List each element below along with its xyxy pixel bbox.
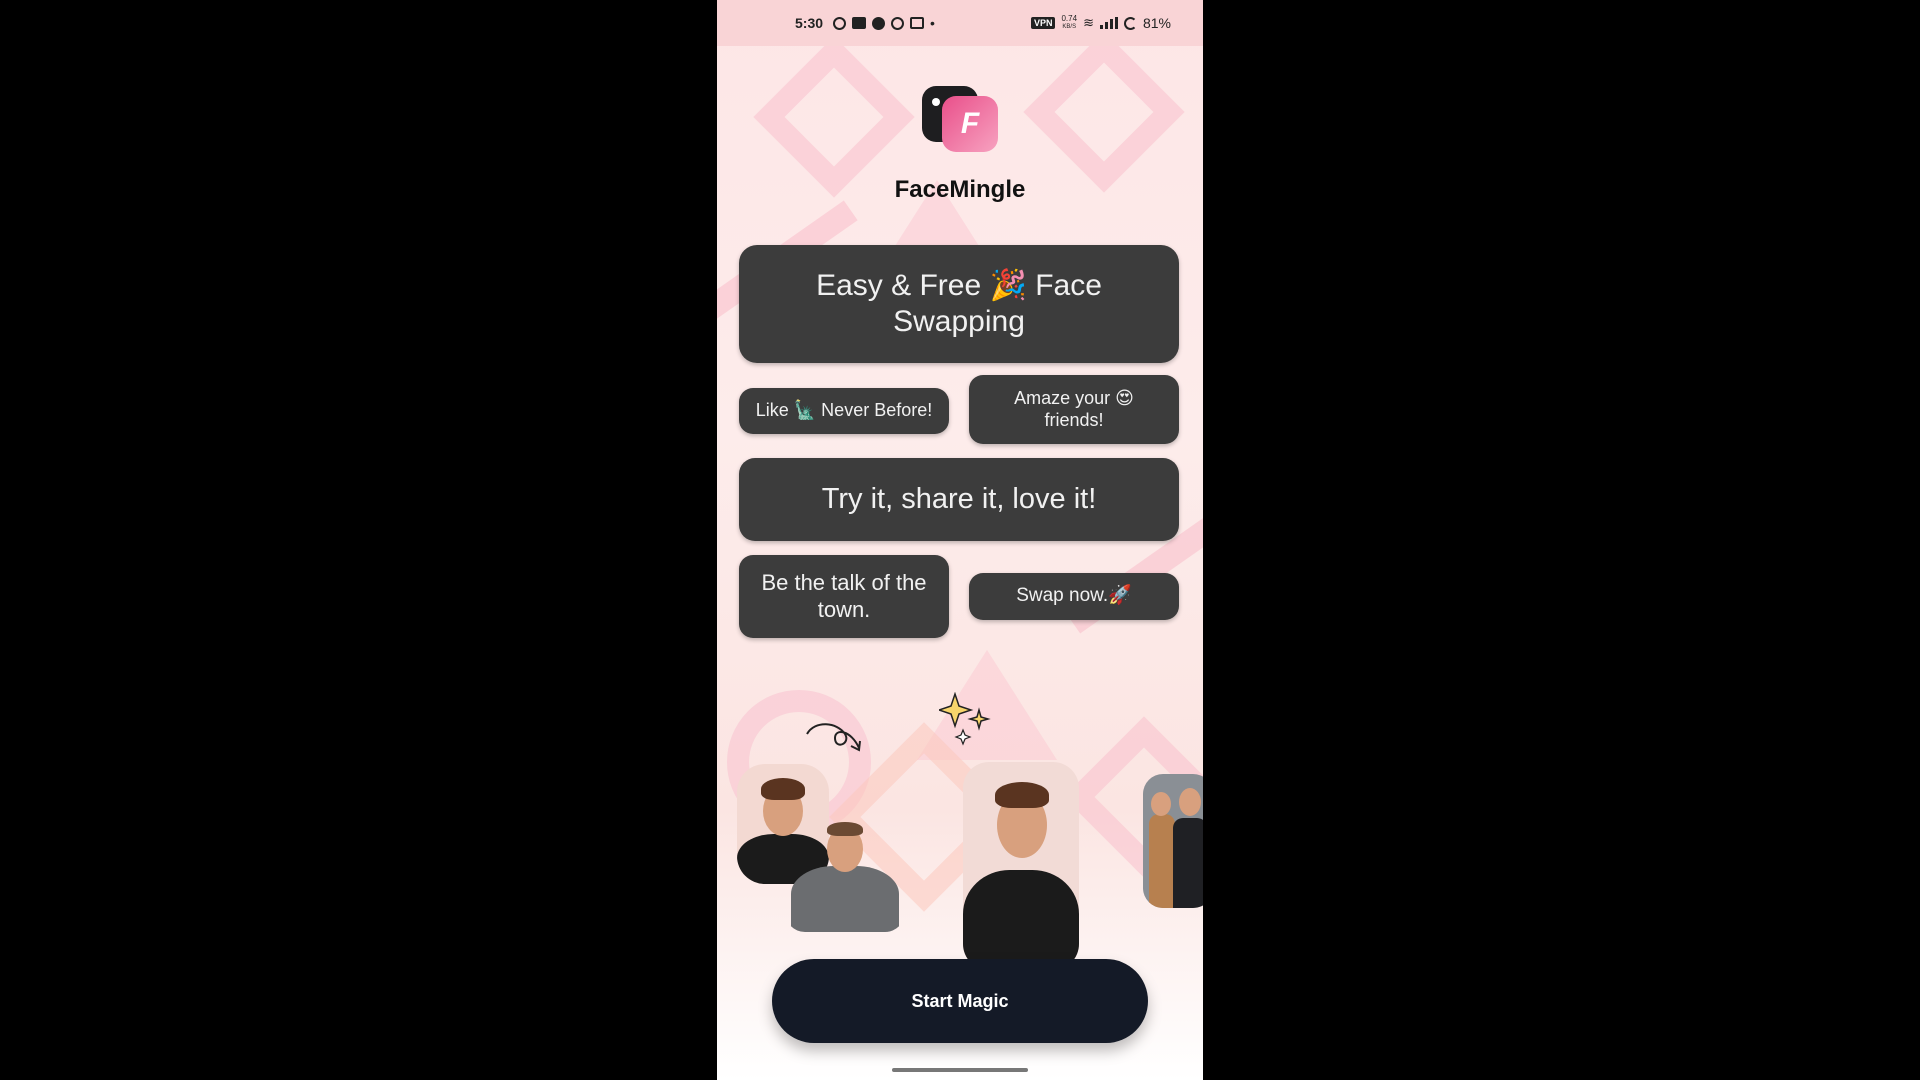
- status-bar: 5:30 • VPN 0.74 KB/S ≋ 81%: [717, 0, 1203, 46]
- battery-level: 81%: [1142, 15, 1171, 31]
- battery-icon: [1123, 16, 1137, 30]
- curved-arrow-icon: [806, 723, 861, 752]
- photo-person-result: [963, 762, 1079, 970]
- phone-screen: 5:30 • VPN 0.74 KB/S ≋ 81% F FaceMingle …: [717, 0, 1203, 1080]
- network-speed: 0.74 KB/S: [1061, 15, 1077, 31]
- start-magic-button[interactable]: Start Magic: [772, 959, 1148, 1043]
- logo-camera-dot: [932, 98, 940, 106]
- more-dot-icon: •: [930, 15, 935, 31]
- tagline-try-it: Try it, share it, love it!: [739, 458, 1179, 541]
- speed-value: 0.74: [1061, 14, 1078, 23]
- speed-unit: KB/S: [1062, 24, 1077, 30]
- tagline-talk-of-town: Be the talk of the town.: [739, 555, 949, 638]
- home-indicator[interactable]: [892, 1068, 1028, 1072]
- gallery-icon: [852, 17, 867, 29]
- tagline-amaze: Amaze your 😍 friends!: [969, 375, 1179, 444]
- app-logo: F: [922, 86, 998, 156]
- sparkles-icon: [939, 692, 991, 746]
- photo-group-edge: [1143, 774, 1203, 908]
- recycle-icon: [891, 16, 905, 30]
- photo-person-target: [785, 816, 905, 932]
- app-title: FaceMingle: [894, 176, 1026, 203]
- status-time: 5:30: [795, 15, 824, 31]
- tagline-swap-now: Swap now.🚀: [969, 573, 1179, 620]
- signal-icon: [1099, 17, 1118, 29]
- status-right: VPN 0.74 KB/S ≋ 81%: [1030, 15, 1171, 31]
- wifi-icon: ≋: [1083, 15, 1094, 30]
- whatsapp-icon: [833, 16, 847, 30]
- tagline-headline: Easy & Free 🎉 Face Swapping: [739, 245, 1179, 363]
- vpn-badge: VPN: [1030, 17, 1056, 29]
- status-left: 5:30 •: [795, 15, 935, 31]
- main-content: F FaceMingle Easy & Free 🎉 Face Swapping…: [717, 46, 1203, 1080]
- facebook-icon: [872, 16, 886, 30]
- tagline-never-before: Like 🗽 Never Before!: [739, 388, 949, 434]
- instagram-icon: [910, 17, 925, 29]
- logo-front-tile: F: [942, 96, 998, 152]
- logo-letter: F: [960, 107, 980, 140]
